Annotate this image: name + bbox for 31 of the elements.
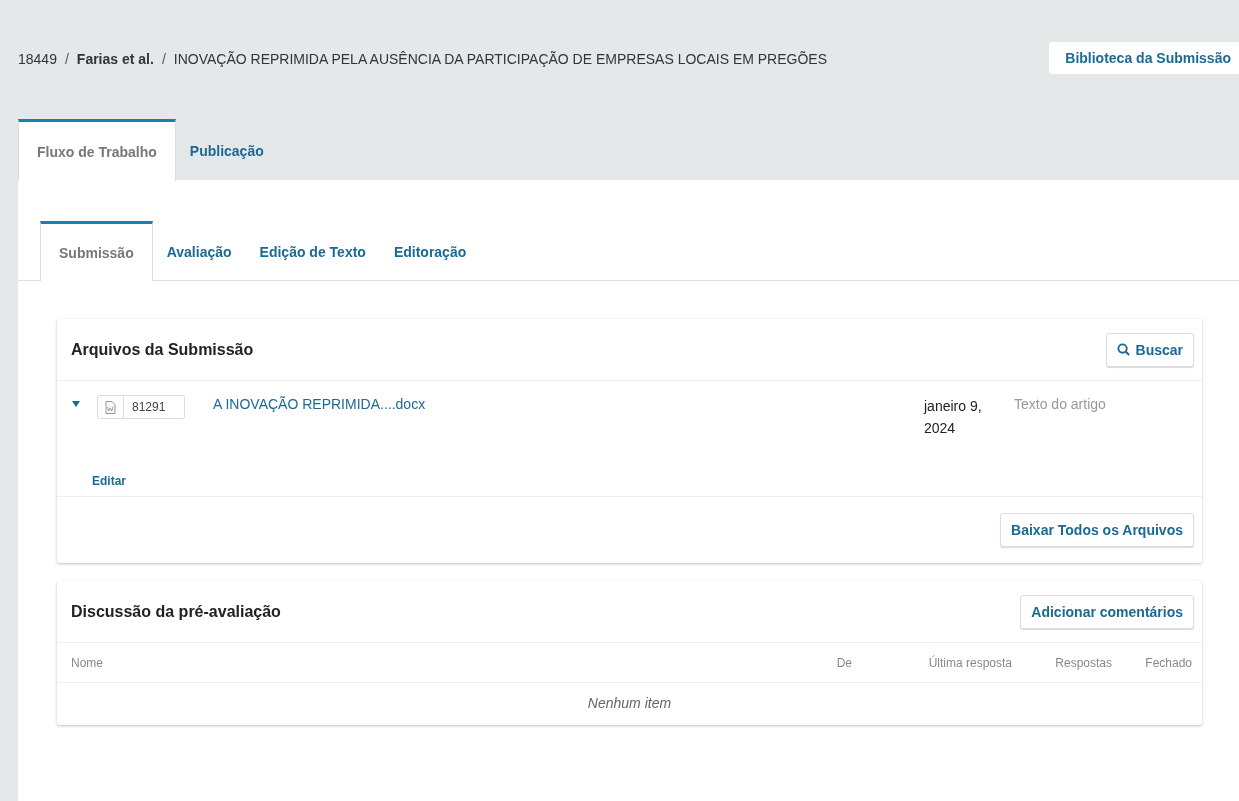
file-id-badge: 81291 [97,395,185,419]
breadcrumb-item: INOVAÇÃO REPRIMIDA PELA AUSÊNCIA DA PARTICIPAÇÃO DE EMPRESAS LOCAIS EM PREGÕES [173,51,828,67]
main-tab[interactable]: Fluxo de Trabalho [18,119,176,181]
file-type: Texto do artigo [1014,395,1106,412]
document-icon [105,400,116,414]
breadcrumb-item: Farias et al. [76,51,154,67]
file-date: janeiro 9, 2024 [924,397,983,438]
edit-link[interactable]: Editar [57,474,126,496]
panel-title: Discussão da pré-avaliação [71,602,281,621]
search-icon [1116,343,1130,356]
column-header: Última resposta [927,655,1012,670]
column-header: Fechado [1144,655,1192,670]
add-comments-button[interactable]: Adicionar comentários [1020,594,1194,629]
panel-title: Arquivos da Submissão [71,340,254,359]
main-tab[interactable]: Publicação [175,118,278,180]
empty-message: Nenhum item [587,695,672,711]
caret-icon [71,399,81,409]
stage-tab[interactable]: Avaliação [152,220,246,280]
breadcrumb-item: 18449 [18,51,57,67]
breadcrumb-separator: / [64,51,69,67]
column-header: Respostas [1054,655,1112,670]
stage-tab[interactable]: Edição de Texto [245,220,380,280]
column-header: De [835,655,852,670]
stage-tab[interactable]: Editoração [379,220,481,280]
file-name-link[interactable]: A INOVAÇÃO REPRIMIDA....docx [213,394,426,412]
download-all-button[interactable]: Baixar Todos os Arquivos [1000,513,1194,547]
breadcrumb-separator: / [161,51,166,67]
search-button[interactable]: Buscar [1105,332,1194,367]
column-header: Nome [71,655,104,670]
stage-tab[interactable]: Submissão [40,221,153,281]
submission-library-button[interactable]: Biblioteca da Submissão [1049,42,1239,74]
